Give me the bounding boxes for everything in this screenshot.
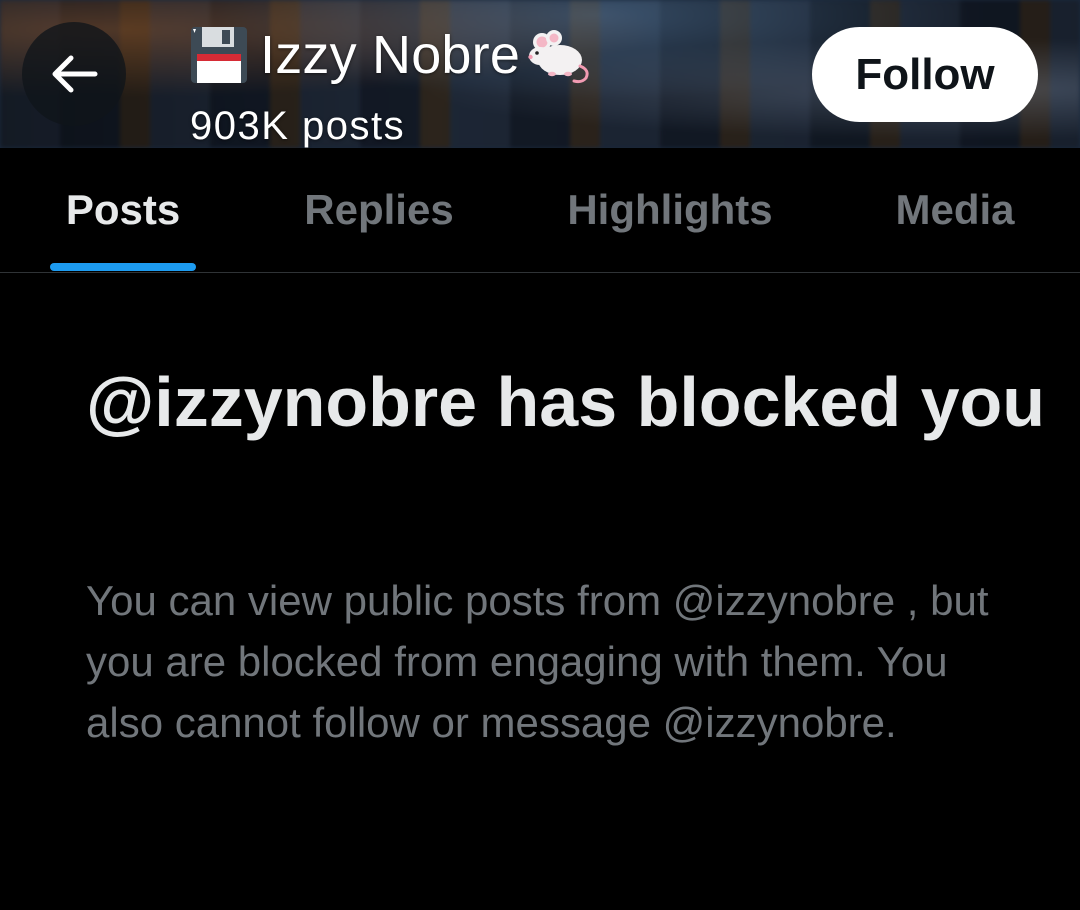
active-tab-indicator <box>50 263 196 271</box>
profile-display-name: Izzy Nobre <box>260 25 521 85</box>
profile-name-row: Izzy Nobre <box>188 20 592 90</box>
back-button[interactable] <box>22 22 126 126</box>
profile-tabs: Posts Replies Highlights Media <box>0 148 1080 273</box>
mouse-icon <box>528 26 592 84</box>
tab-media[interactable]: Media <box>862 148 1048 272</box>
arrow-left-icon <box>49 54 99 94</box>
tab-posts[interactable]: Posts <box>40 148 206 272</box>
post-count: 903K posts <box>190 104 406 148</box>
tab-highlights[interactable]: Highlights <box>540 148 800 272</box>
tab-replies[interactable]: Replies <box>270 148 488 272</box>
follow-button[interactable]: Follow <box>812 27 1038 122</box>
blocked-title: @izzynobre has blocked you <box>86 363 1046 441</box>
blocked-description: You can view public posts from @izzynobr… <box>86 577 989 746</box>
profile-header: Izzy Nobre 903K posts Follow <box>0 0 1080 148</box>
floppy-disk-icon <box>188 24 250 86</box>
